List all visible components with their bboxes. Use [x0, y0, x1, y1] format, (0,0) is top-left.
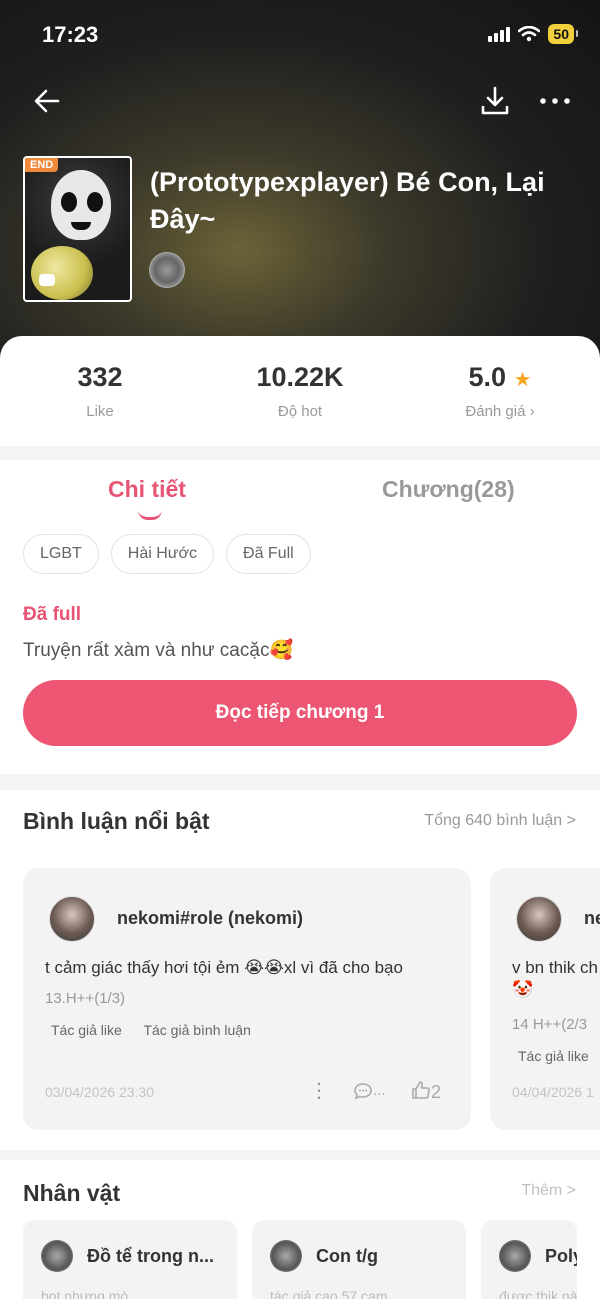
book-cover: END: [23, 156, 132, 302]
character-name: Đồ tể trong n...: [87, 1246, 214, 1266]
more-options-icon[interactable]: [538, 84, 572, 118]
comment-text: v bn thik ch: [512, 958, 598, 977]
comment-emoji: 🤡: [512, 980, 534, 999]
tag-list: LGBT Hài Hước Đã Full: [23, 534, 311, 574]
comment-date: 03/04/2026 23:30: [45, 1084, 154, 1100]
top-navigation: [30, 84, 572, 120]
comment-icon: [354, 1083, 372, 1100]
status-time: 17:23: [42, 22, 99, 47]
character-card[interactable]: Poly được thik nà: [481, 1220, 577, 1299]
comment-chapter: 13.H++(1/3): [45, 990, 126, 1007]
more-vertical-icon[interactable]: ⋮: [309, 1078, 329, 1103]
like-button[interactable]: 2: [411, 1080, 441, 1103]
character-name: Poly: [545, 1246, 577, 1266]
all-comments-link[interactable]: Tổng 640 bình luận >: [424, 812, 576, 830]
reply-button[interactable]: ...: [353, 1082, 386, 1100]
characters-section: Nhân vật Thêm > Đồ tể trong n... bot như…: [0, 1160, 600, 1299]
comment-chapter: 14 H++(2/3: [512, 1016, 588, 1033]
tag-humor[interactable]: Hài Hước: [110, 534, 215, 574]
stat-hot: 10.22K Độ hot: [256, 362, 344, 420]
end-badge: END: [25, 158, 59, 172]
character-desc: bot nhưng mò: [41, 1288, 129, 1299]
download-icon[interactable]: [478, 84, 512, 118]
tag-full[interactable]: Đã Full: [226, 534, 311, 574]
character-card[interactable]: Con t/g tác giả cao 57 cam: [252, 1220, 466, 1299]
comment-date: 04/04/2026 1: [512, 1084, 594, 1100]
book-title: (Prototypexplayer) Bé Con, Lại Đây~: [150, 167, 545, 234]
avatar[interactable]: [516, 896, 562, 942]
author-like-badge: Tác giả like: [518, 1048, 589, 1064]
comment-username[interactable]: ne: [584, 908, 600, 929]
wifi-icon: [518, 26, 541, 42]
more-characters-link[interactable]: Thêm >: [521, 1182, 576, 1200]
avatar: [270, 1240, 302, 1272]
tag-lgbt[interactable]: LGBT: [23, 534, 99, 574]
comment-card[interactable]: ne v bn thik ch 🤡 14 H++(2/3 Tác giả lik…: [490, 868, 600, 1130]
tab-chapters[interactable]: Chương(28): [382, 476, 515, 503]
status-bar: 17:23 50: [42, 22, 578, 50]
featured-comments: Bình luận nổi bật Tổng 640 bình luận > n…: [0, 790, 600, 1150]
status-icons: 50: [488, 24, 578, 44]
comments-title: Bình luận nổi bật: [23, 808, 210, 834]
chat-bubble-icon: [39, 274, 55, 286]
detail-section: Chi tiết Chương(28) LGBT Hài Hước Đã Ful…: [0, 460, 600, 774]
character-name: Con t/g: [316, 1246, 378, 1266]
comment-username[interactable]: nekomi#role (nekomi): [117, 908, 303, 929]
completion-status: Đã full: [23, 604, 82, 625]
tab-details[interactable]: Chi tiết: [108, 476, 186, 503]
header-background: 17:23 50 END (Prototypexplayer) Bé Con, …: [0, 0, 600, 380]
comment-card[interactable]: nekomi#role (nekomi) t cảm giác thấy hơi…: [23, 868, 471, 1130]
book-description: Truyện rất xàm và như cacặc🥰: [23, 640, 294, 661]
author-avatar[interactable]: [149, 252, 185, 288]
comment-badges: Tác giả like: [518, 1048, 600, 1064]
signal-icon: [488, 26, 511, 42]
characters-title: Nhân vật: [23, 1180, 121, 1206]
stats-panel: 332 Like 10.22K Độ hot 5.0 ★ Đánh giá ›: [0, 336, 600, 446]
author-reply-badge: Tác giả bình luận: [143, 1022, 251, 1038]
avatar: [41, 1240, 73, 1272]
back-arrow-icon[interactable]: [30, 84, 64, 118]
character-card[interactable]: Đồ tể trong n... bot nhưng mò: [23, 1220, 237, 1299]
author-like-badge: Tác giả like: [51, 1022, 122, 1038]
character-desc: tác giả cao 57 cam: [270, 1288, 388, 1299]
character-desc: được thik nà: [499, 1288, 577, 1299]
thumbs-up-icon: [412, 1081, 430, 1099]
battery-indicator: 50: [548, 24, 578, 44]
comment-text: t cảm giác thấy hơi tội ẻm 😭😭xl vì đã ch…: [45, 958, 403, 977]
comment-badges: Tác giả like Tác giả bình luận: [51, 1022, 269, 1038]
continue-reading-button[interactable]: Đọc tiếp chương 1: [23, 680, 577, 746]
stat-like: 332 Like: [77, 362, 123, 420]
stat-rating[interactable]: 5.0 ★ Đánh giá ›: [400, 362, 600, 420]
star-icon: ★: [513, 369, 532, 391]
active-tab-indicator: [138, 510, 162, 520]
avatar[interactable]: [49, 896, 95, 942]
avatar: [499, 1240, 531, 1272]
